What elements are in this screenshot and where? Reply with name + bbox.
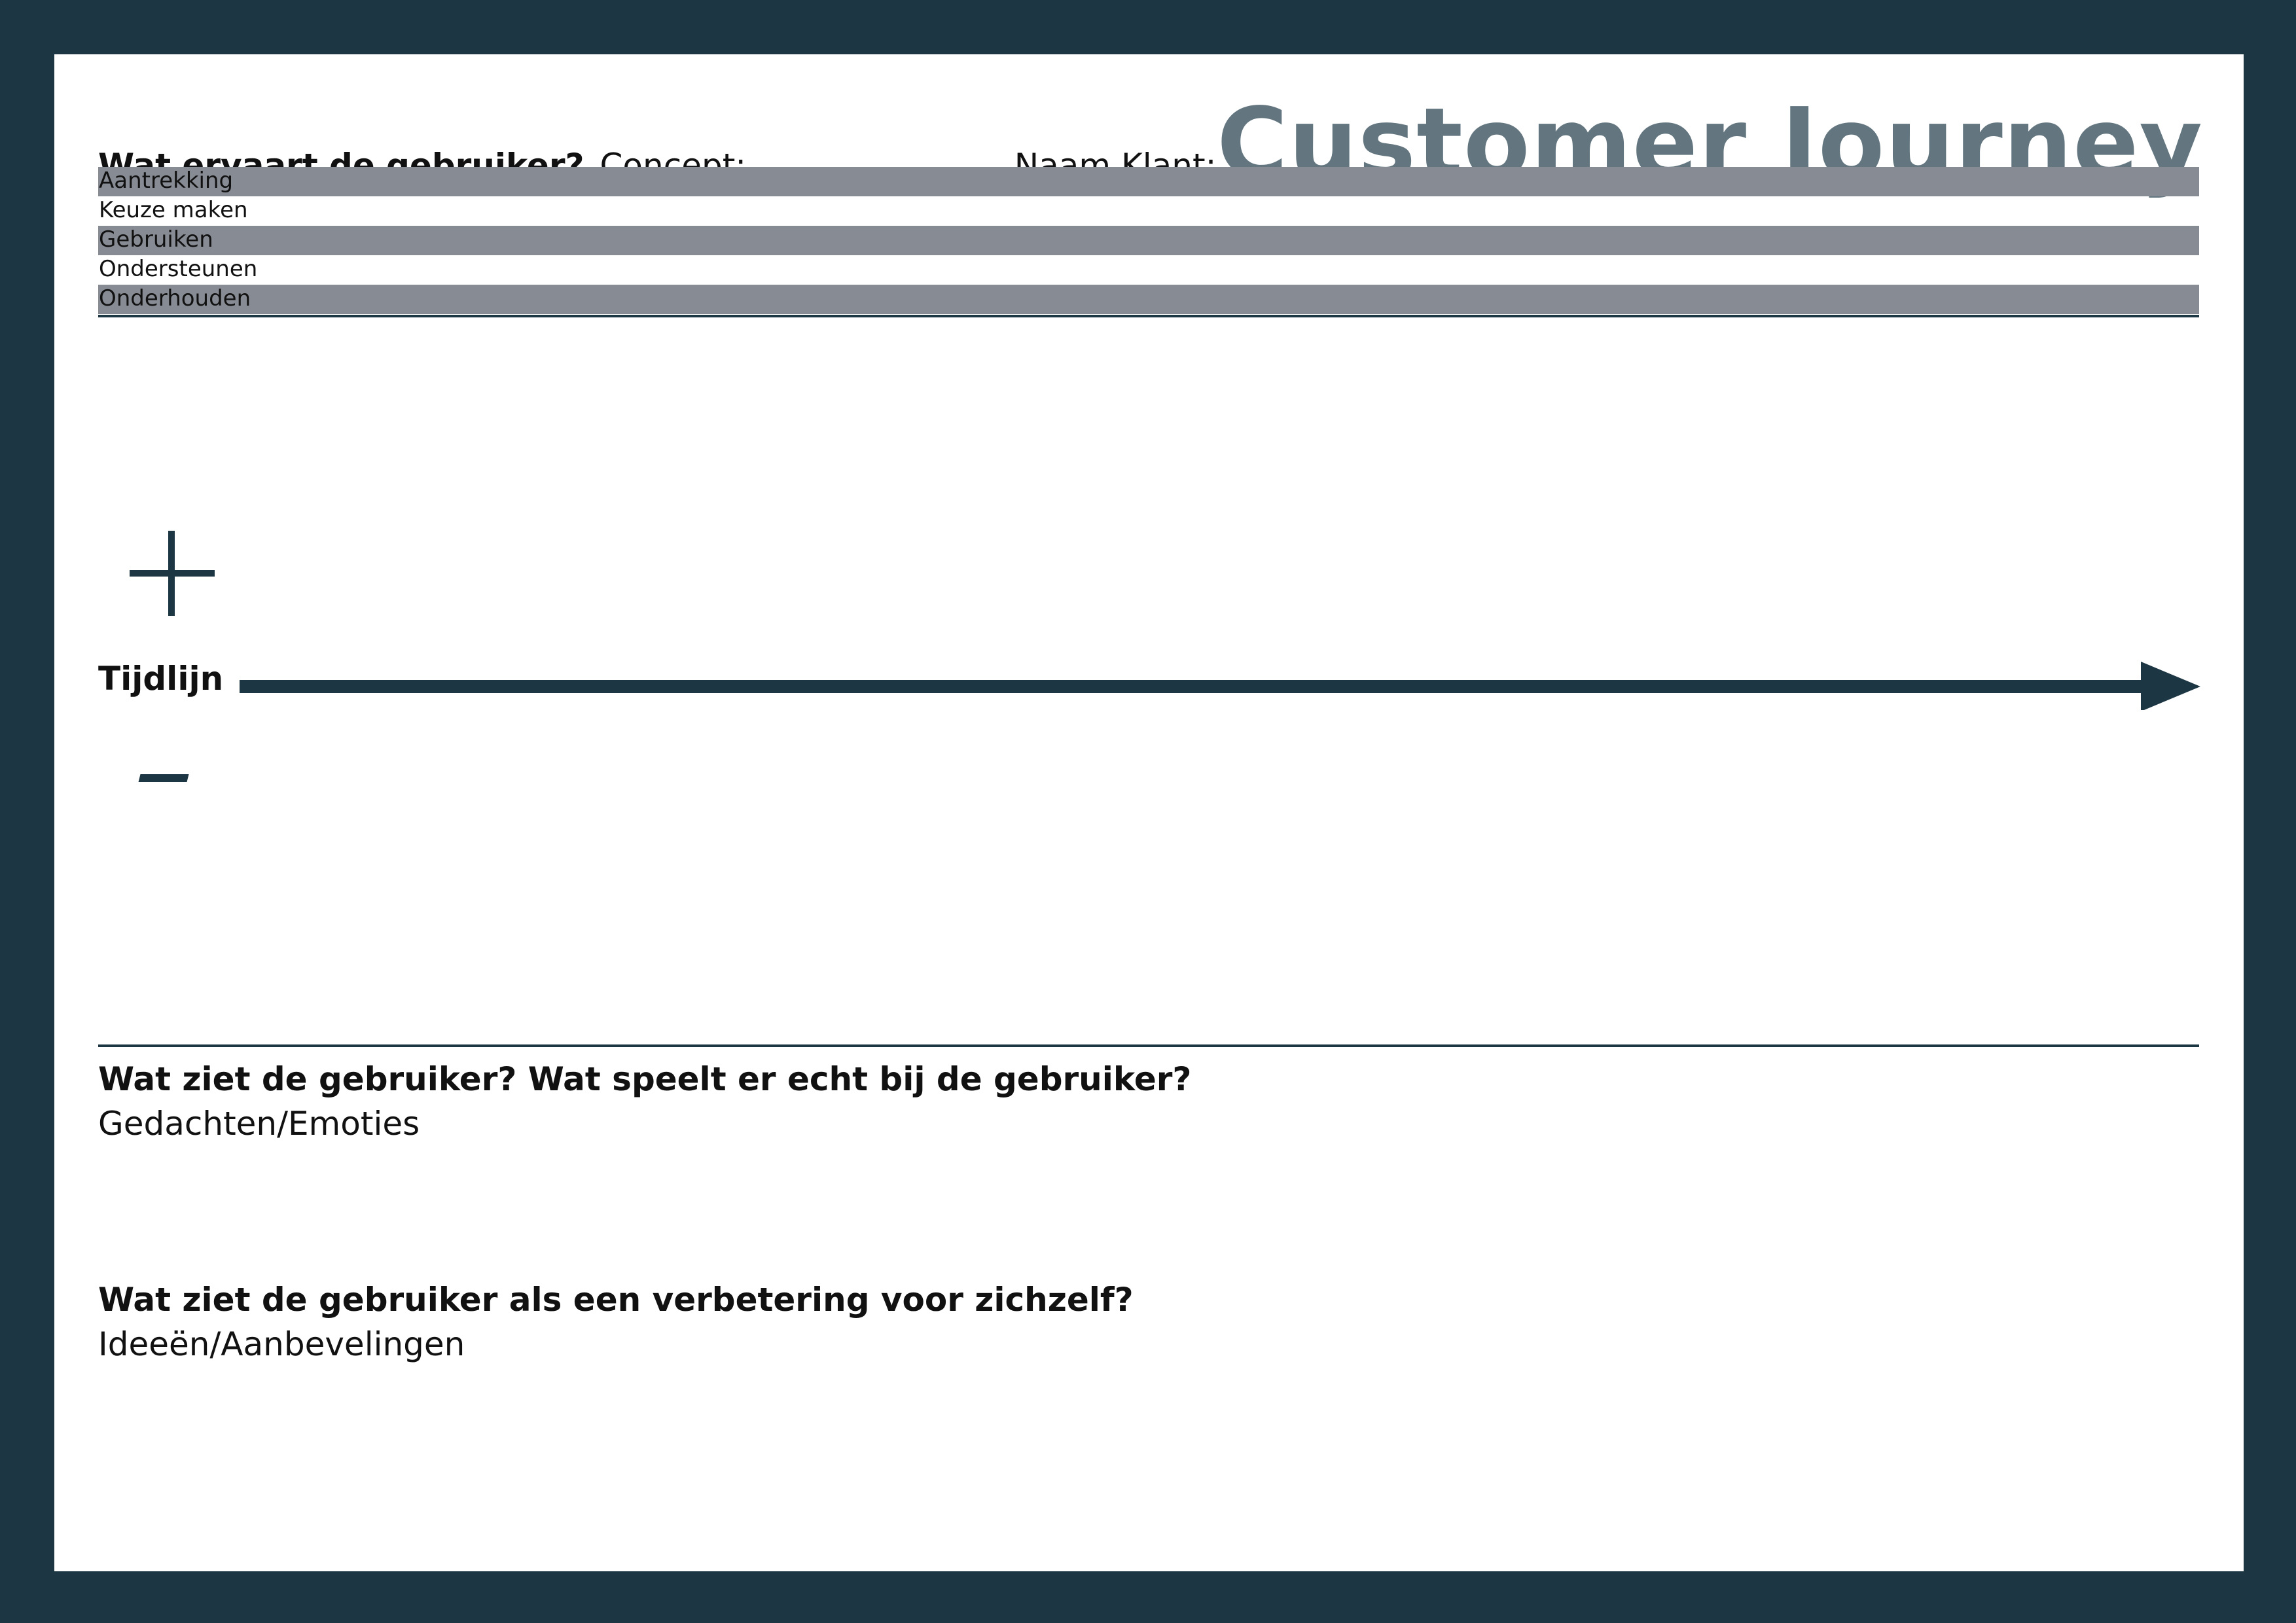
ideas-label: Ideeën/Aanbevelingen [98, 1325, 465, 1363]
phase-row: Keuze maken [98, 196, 2199, 226]
plus-icon [123, 524, 221, 622]
timeline-arrow-shaft [240, 680, 2151, 693]
thoughts-label: Gedachten/Emoties [98, 1105, 420, 1143]
phase-row: Aantrekking [98, 167, 2199, 196]
phase-label: Keuze maken [99, 197, 248, 223]
ideas-question: Wat ziet de gebruiker als een verbeterin… [98, 1281, 1134, 1319]
bottom-divider [98, 1044, 2199, 1047]
thoughts-question: Wat ziet de gebruiker? Wat speelt er ech… [98, 1060, 1192, 1098]
phase-row: Gebruiken [98, 226, 2199, 255]
phase-row: Onderhouden [98, 285, 2199, 314]
phase-list: Aantrekking Keuze maken Gebruiken Onders… [98, 167, 2199, 314]
phase-label: Gebruiken [99, 226, 213, 253]
timeline-arrow-icon [240, 662, 2200, 710]
minus-icon [139, 774, 196, 785]
top-divider [98, 315, 2199, 317]
phase-label: Ondersteunen [99, 256, 258, 282]
timeline-arrow-head [2141, 662, 2200, 710]
journey-sheet: Wat ervaart de gebruiker? Concept: .....… [54, 54, 2244, 1571]
phase-row: Ondersteunen [98, 255, 2199, 285]
timeline-label: Tijdlijn [98, 660, 224, 698]
phase-label: Onderhouden [99, 285, 251, 312]
phase-label: Aantrekking [99, 168, 234, 194]
ideas-section: Wat ziet de gebruiker als een verbeterin… [98, 1279, 1134, 1364]
thoughts-section: Wat ziet de gebruiker? Wat speelt er ech… [98, 1059, 1191, 1144]
